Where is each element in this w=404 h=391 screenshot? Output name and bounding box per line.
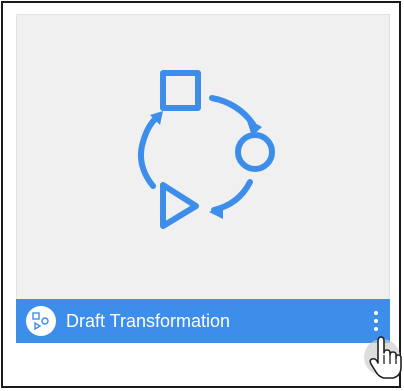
canvas: Draft Transformation (0, 0, 404, 391)
transformation-type-icon (26, 306, 56, 336)
square-shape (160, 70, 201, 111)
arrow-circle-to-triangle (211, 179, 253, 213)
arrow-left-upward (138, 115, 159, 189)
card-footer[interactable]: Draft Transformation (16, 299, 390, 343)
hand-pointer-cursor-icon (364, 336, 402, 379)
transformation-card[interactable]: Draft Transformation (1, 1, 401, 388)
triangle-shape (160, 182, 199, 229)
card-thumbnail[interactable] (16, 14, 390, 301)
circle-shape (235, 132, 275, 172)
card-title[interactable]: Draft Transformation (66, 311, 230, 332)
transformation-cycle-icon (138, 70, 275, 229)
